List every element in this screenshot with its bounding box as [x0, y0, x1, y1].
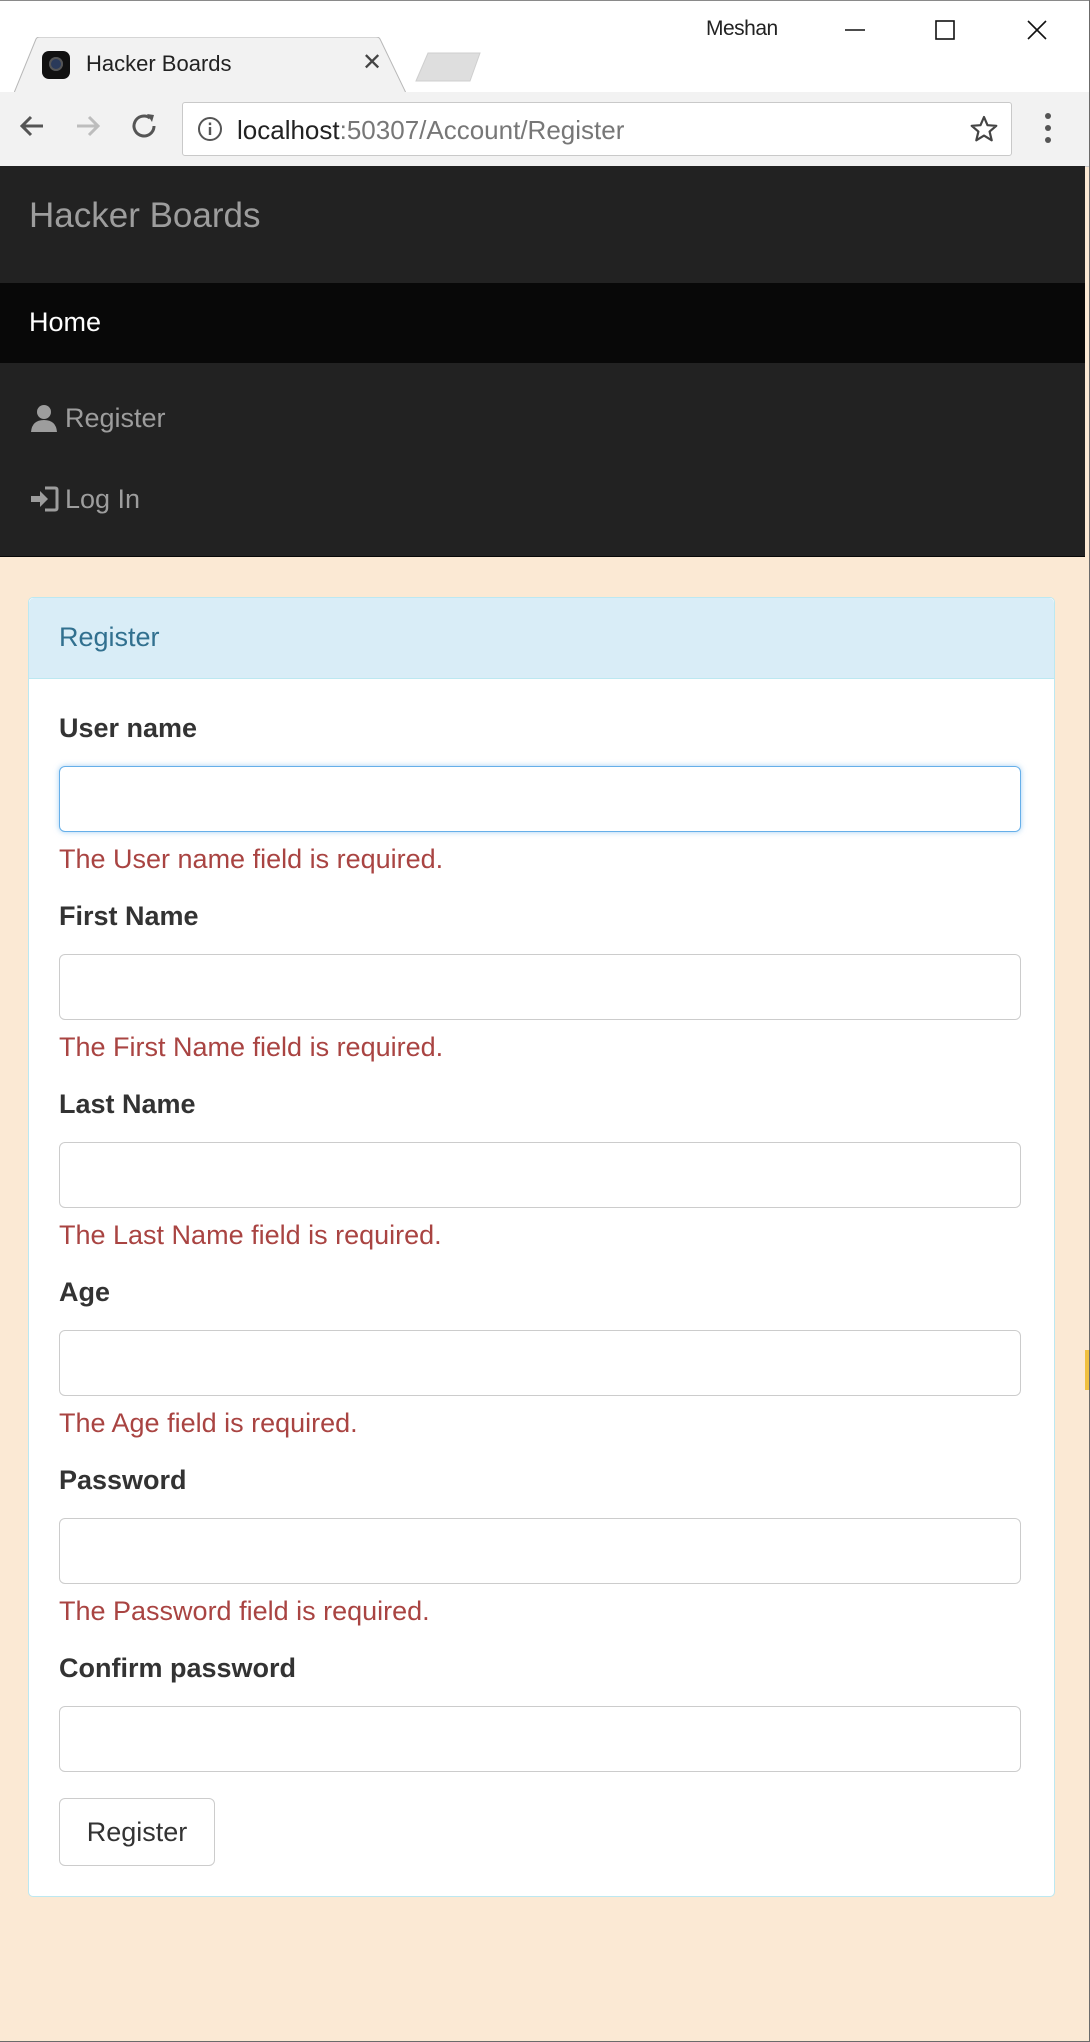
password-error: The Password field is required.: [59, 1596, 430, 1626]
age-error: The Age field is required.: [59, 1408, 358, 1438]
title-bar: Hacker Boards ✕ Meshan: [0, 0, 1089, 93]
nav-item-register[interactable]: Register: [29, 398, 166, 438]
tab-title: Hacker Boards: [86, 51, 232, 76]
window-close-icon[interactable]: [992, 7, 1082, 53]
site-brand[interactable]: Hacker Boards: [29, 196, 260, 236]
bookmark-star-icon[interactable]: [969, 114, 999, 144]
browser-toolbar: localhost:50307/Account/Register: [0, 92, 1089, 167]
confirm-password-field[interactable]: [59, 1706, 1021, 1772]
tab-close-icon[interactable]: ✕: [362, 49, 382, 77]
forward-arrow-icon[interactable]: [68, 106, 108, 146]
password-label: Password: [59, 1465, 187, 1495]
username-field[interactable]: [59, 766, 1021, 832]
browser-tab[interactable]: Hacker Boards ✕: [14, 37, 406, 93]
info-icon[interactable]: [197, 116, 223, 142]
first-name-error: The First Name field is required.: [59, 1032, 444, 1062]
site-navbar: Hacker Boards Home Register Log In: [0, 166, 1085, 557]
nav-login-label: Log In: [65, 483, 141, 514]
minimize-icon[interactable]: [810, 7, 900, 53]
log-in-icon: [29, 484, 59, 514]
url-host: localhost: [237, 115, 340, 145]
reload-icon[interactable]: [124, 106, 164, 146]
nav-item-home[interactable]: Home: [0, 283, 1085, 363]
browser-window: Hacker Boards ✕ Meshan localhost:50307/A…: [0, 0, 1090, 2042]
browser-menu-icon[interactable]: [1036, 108, 1060, 148]
first-name-field[interactable]: [59, 954, 1021, 1020]
nav-register-label: Register: [65, 402, 166, 433]
last-name-field[interactable]: [59, 1142, 1021, 1208]
nav-home-label: Home: [29, 307, 102, 337]
address-bar[interactable]: localhost:50307/Account/Register: [182, 102, 1012, 156]
username-label: User name: [59, 713, 198, 743]
username-error: The User name field is required.: [59, 844, 444, 874]
last-name-error: The Last Name field is required.: [59, 1220, 442, 1250]
age-label: Age: [59, 1277, 111, 1307]
register-button[interactable]: Register: [59, 1798, 215, 1866]
user-icon: [29, 403, 59, 433]
nav-item-login[interactable]: Log In: [29, 479, 140, 519]
back-arrow-icon[interactable]: [12, 106, 52, 146]
age-field[interactable]: [59, 1330, 1021, 1396]
new-tab-button[interactable]: [414, 51, 484, 83]
last-name-label: Last Name: [59, 1089, 196, 1119]
register-panel: Register User name The User name field i…: [28, 597, 1055, 1897]
first-name-label: First Name: [59, 901, 199, 931]
maximize-icon[interactable]: [900, 7, 990, 53]
password-field[interactable]: [59, 1518, 1021, 1584]
url-path: :50307/Account/Register: [339, 115, 625, 145]
profile-name[interactable]: Meshan: [706, 17, 778, 41]
confirm-password-label: Confirm password: [59, 1653, 297, 1683]
tab-favicon-icon: [42, 51, 70, 79]
panel-title: Register: [59, 622, 160, 652]
edge-marker: [1085, 1350, 1089, 1390]
panel-heading: Register: [29, 598, 1054, 679]
url-text: localhost:50307/Account/Register: [237, 115, 624, 146]
